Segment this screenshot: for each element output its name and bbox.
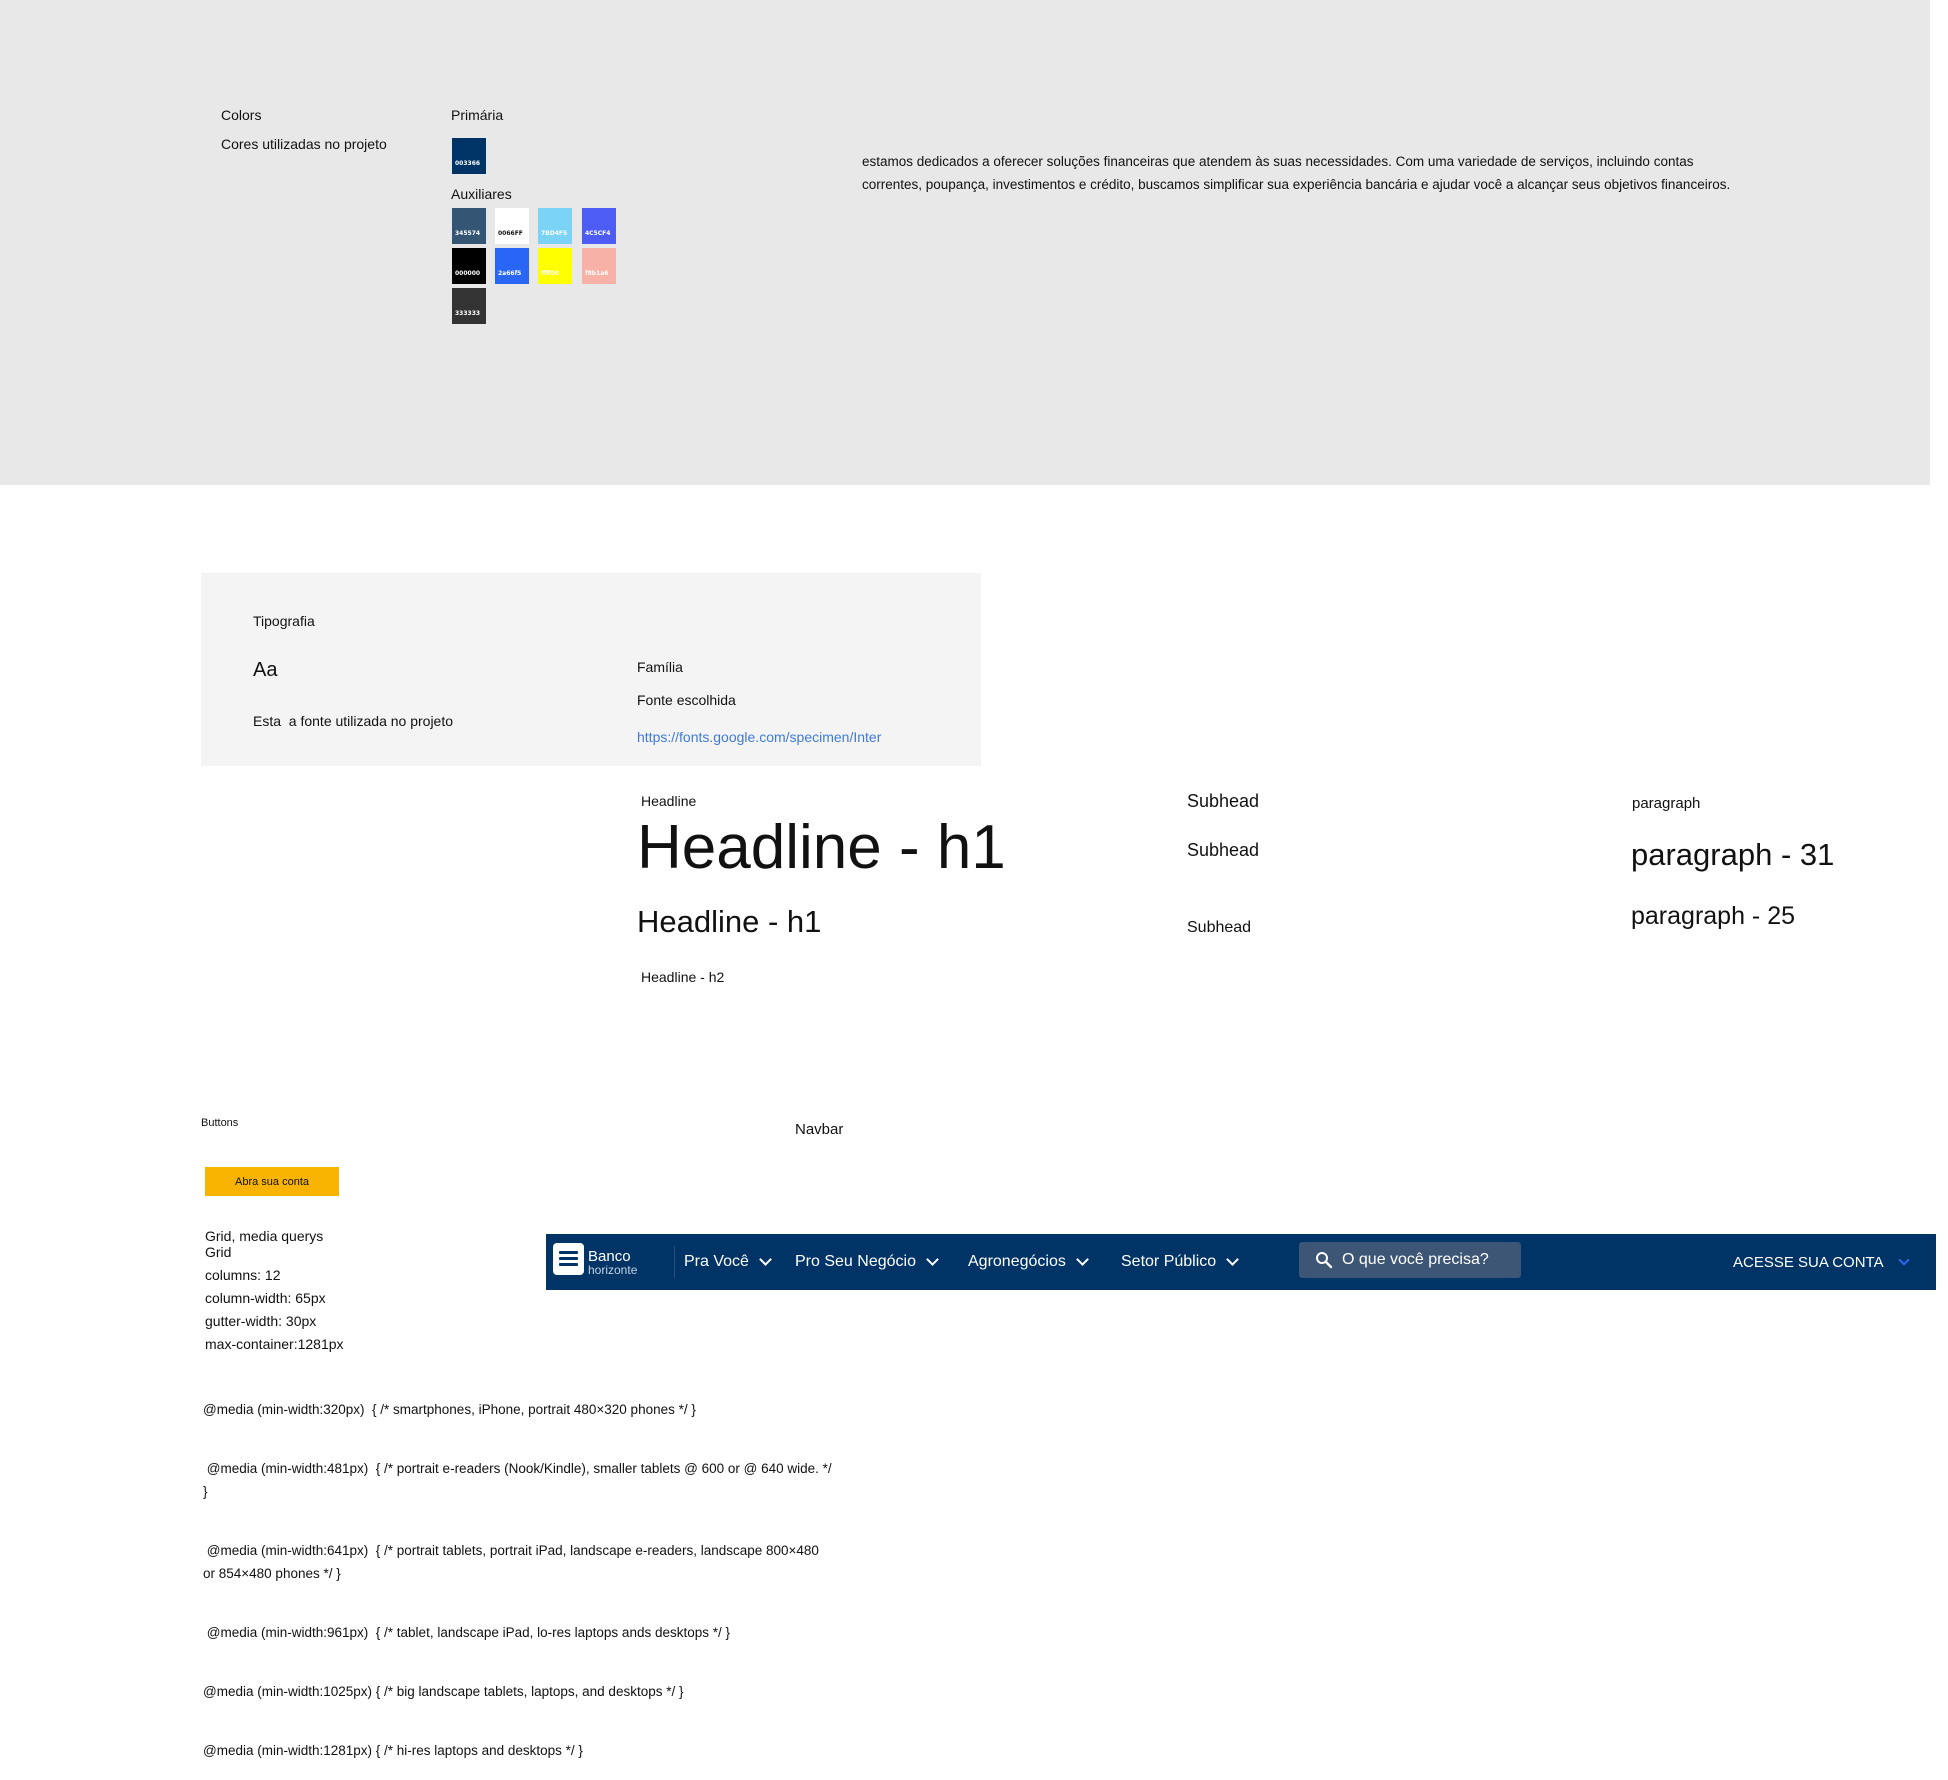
search-field[interactable]: O que você precisa?: [1299, 1242, 1521, 1278]
headline-label: Headline: [641, 793, 697, 809]
color-swatch: 4C5CF4: [582, 208, 616, 244]
navbar-section-title: Navbar: [795, 1121, 844, 1138]
nav-item-setor-publico[interactable]: Setor Público: [1121, 1234, 1240, 1290]
grid-note-line: gutter-width: 30px: [205, 1313, 317, 1329]
aux-colors-label: Auxiliares: [451, 186, 512, 202]
subhead-label: Subhead: [1187, 791, 1260, 811]
color-swatch-code: 2a66f5: [498, 270, 522, 277]
font-link[interactable]: https://fonts.google.com/specimen/Inter: [637, 729, 881, 745]
media-query-line: @media (min-width:320px) { /* smartphone…: [203, 1402, 696, 1417]
media-queries: @media (min-width:320px) { /* smartphone…: [203, 1362, 833, 1780]
color-swatch: 7BD4F5: [538, 208, 572, 244]
primary-colors-label: Primária: [451, 107, 504, 123]
headline-h1-large: Headline - h1: [637, 813, 1006, 882]
paragraph-label: paragraph: [1632, 795, 1701, 812]
colors-subtitle: Cores utilizadas no projeto: [221, 136, 387, 152]
color-swatch-code: 7BD4F5: [541, 230, 568, 237]
nav-item-label: Agronegócios: [968, 1253, 1066, 1270]
grid-note-line: columns: 12: [205, 1267, 281, 1283]
color-swatch-code: 333333: [455, 310, 481, 317]
typography-card: Tipografia Aa Esta a fonte utilizada no …: [201, 573, 981, 766]
color-swatch: 345574: [452, 208, 486, 244]
headline-h2: Headline - h2: [641, 969, 725, 985]
brand-subname: horizonte: [588, 1263, 638, 1277]
nav-item-label: Setor Público: [1121, 1253, 1217, 1270]
font-family-value: Fonte escolhida: [637, 692, 736, 708]
color-swatch: f8b1a6: [582, 248, 616, 284]
search-icon: [1316, 1252, 1333, 1269]
font-family-label: Família: [637, 659, 683, 675]
brand-name[interactable]: Banco: [588, 1249, 631, 1264]
nav-item-label: Pra Você: [684, 1253, 749, 1270]
open-account-button[interactable]: Abra sua conta: [205, 1167, 339, 1196]
color-swatch-primary: 003366: [452, 138, 486, 174]
chevron-down-icon: [1226, 1253, 1240, 1266]
about-text: estamos dedicados a oferecer soluções fi…: [862, 154, 1731, 192]
chevron-down-icon: [926, 1253, 939, 1266]
account-access-button[interactable]: ACESSE SUA CONTA: [1733, 1234, 1910, 1290]
color-swatch-code: 003366: [455, 160, 481, 167]
media-query-line: @media (min-width:641px) { /* portrait t…: [203, 1543, 823, 1581]
media-query-line: @media (min-width:481px) { /* portrait e…: [203, 1461, 836, 1499]
nav-divider: [674, 1246, 675, 1278]
menu-icon[interactable]: [553, 1243, 584, 1275]
color-swatch: 000000: [452, 248, 486, 284]
color-swatch-code: 4C5CF4: [585, 230, 611, 237]
nav-item-pra-voce[interactable]: Pra Você: [684, 1234, 772, 1290]
colors-title: Colors: [221, 107, 262, 123]
grid-note-line: max-container:1281px: [205, 1336, 344, 1352]
grid-notes: Grid, media querys Grid columns: 12 colu…: [205, 1227, 344, 1358]
color-swatch-code: 0066FF: [498, 230, 523, 237]
color-swatch-code: 000000: [455, 270, 481, 277]
grid-note-line: Grid: [205, 1244, 232, 1260]
typography-title: Tipografia: [253, 613, 315, 629]
nav-item-agronegocios[interactable]: Agronegócios: [968, 1234, 1089, 1290]
paragraph-31: paragraph - 31: [1631, 837, 1835, 872]
chevron-down-icon: [759, 1253, 772, 1266]
media-query-line: @media (min-width:1025px) { /* big lands…: [203, 1684, 684, 1699]
account-access-label: ACESSE SUA CONTA: [1733, 1253, 1884, 1271]
media-query-line: @media (min-width:1281px) { /* hi-res la…: [203, 1743, 583, 1758]
subhead-sample-1: Subhead: [1187, 840, 1260, 860]
color-swatch: 0066FF: [495, 208, 529, 244]
search-placeholder: O que você precisa?: [1342, 1251, 1489, 1268]
font-sample: Aa: [253, 659, 278, 681]
colors-section: Colors Cores utilizadas no projeto Primá…: [0, 0, 1930, 485]
grid-note-line: column-width: 65px: [205, 1290, 326, 1306]
nav-item-label: Pro Seu Negócio: [795, 1253, 916, 1270]
subhead-sample-2: Subhead: [1187, 919, 1252, 936]
navbar: Banco horizonte Pra Você Pro Seu Negócio…: [546, 1234, 1936, 1290]
chevron-down-icon: [1075, 1253, 1089, 1266]
grid-note-line: Grid, media querys: [205, 1228, 324, 1244]
chevron-down-icon: [1897, 1253, 1910, 1266]
color-swatch: ffff00: [538, 248, 572, 284]
color-swatch-code: ffff00: [541, 270, 560, 277]
paragraph-25: paragraph - 25: [1631, 902, 1796, 930]
color-swatch-code: f8b1a6: [585, 270, 609, 277]
headline-h1-medium: Headline - h1: [637, 904, 822, 939]
media-query-line: @media (min-width:961px) { /* tablet, la…: [203, 1625, 731, 1640]
color-swatch: 2a66f5: [495, 248, 529, 284]
font-note: Esta a fonte utilizada no projeto: [253, 713, 454, 729]
nav-item-pro-seu-negocio[interactable]: Pro Seu Negócio: [795, 1234, 939, 1290]
color-swatch-code: 345574: [455, 230, 481, 237]
buttons-title: Buttons: [201, 1117, 239, 1129]
color-swatch: 333333: [452, 288, 486, 324]
